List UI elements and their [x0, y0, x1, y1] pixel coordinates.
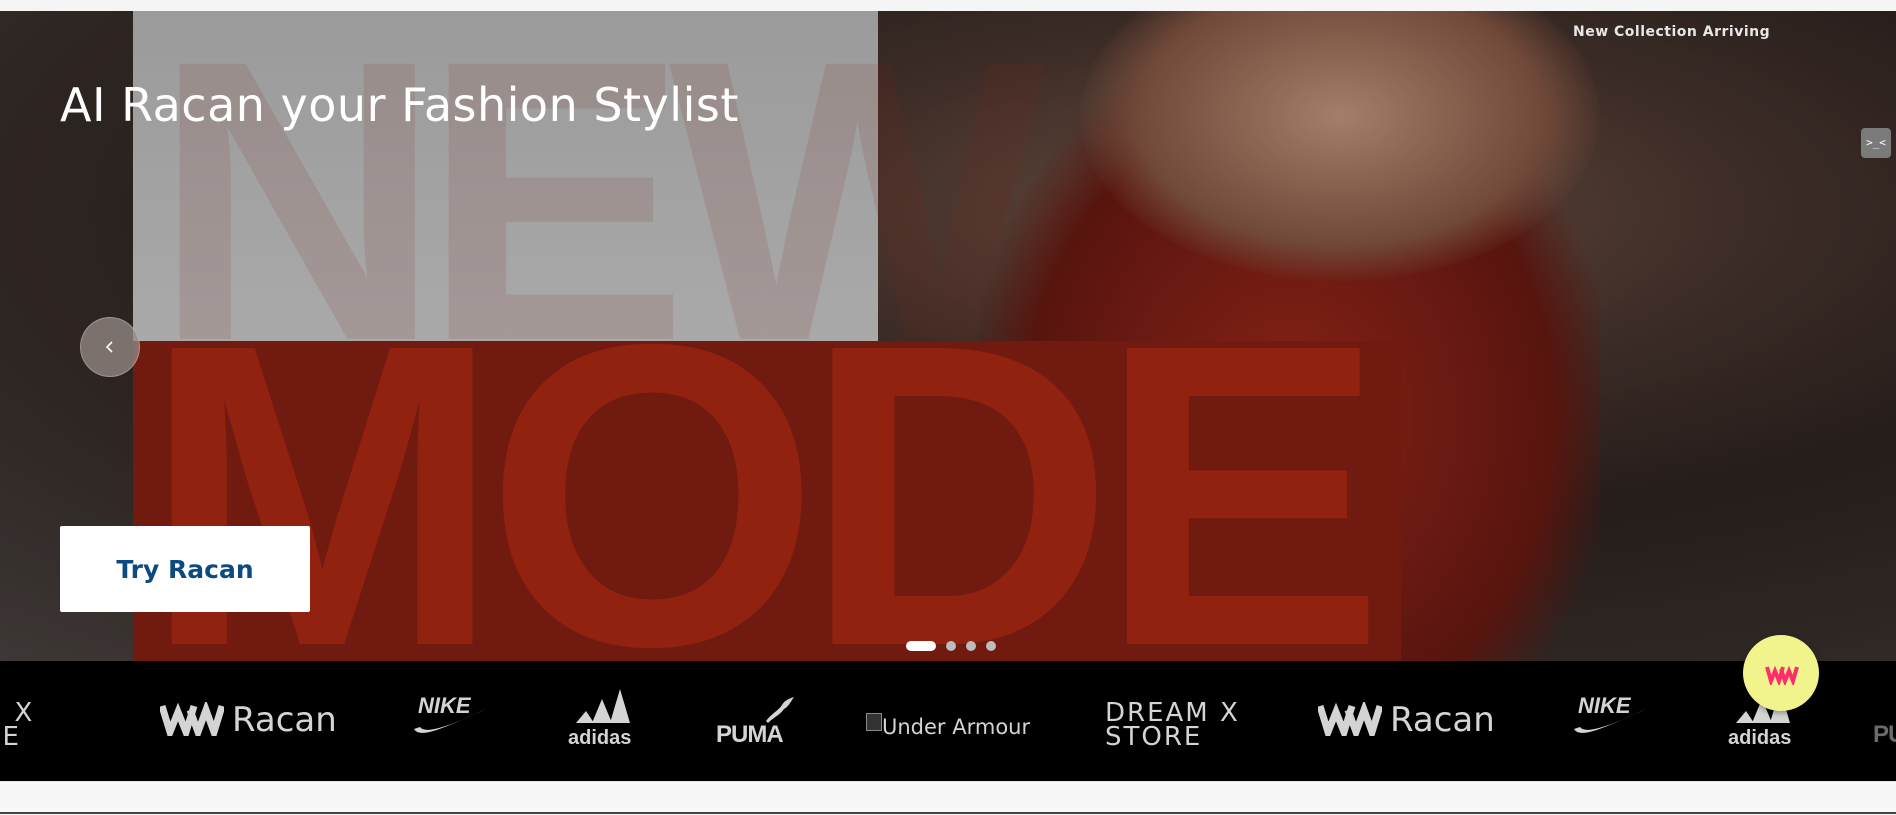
- top-strip: [0, 0, 1896, 11]
- brand-dream-store[interactable]: DREAM X STORE: [1105, 700, 1245, 751]
- carousel-dot-4[interactable]: [986, 641, 996, 651]
- racan-chat-button[interactable]: [1743, 635, 1819, 711]
- brand-racan-repeat[interactable]: Racan: [1318, 686, 1508, 746]
- brand-puma-partial[interactable]: PU: [1873, 699, 1896, 759]
- racan-logo-icon: [160, 702, 224, 736]
- brand-under-armour[interactable]: Under Armour: [866, 701, 1046, 741]
- carousel-dot-3[interactable]: [966, 641, 976, 651]
- carousel-dot-1[interactable]: [906, 641, 936, 651]
- nike-swoosh-icon: [414, 709, 486, 733]
- nike-swoosh-icon: [1574, 709, 1646, 733]
- carousel-prev-button[interactable]: [80, 317, 140, 377]
- brand-nike[interactable]: NIKE: [412, 689, 492, 739]
- brand-dream-store-partial[interactable]: AM X ORE: [0, 701, 80, 749]
- brand-puma[interactable]: PUMA: [716, 697, 796, 759]
- racan-logo-icon: [1318, 702, 1382, 736]
- brand-nike-repeat[interactable]: NIKE: [1572, 689, 1652, 739]
- extension-badge[interactable]: >_<: [1861, 128, 1891, 158]
- puma-cat-icon: [766, 697, 794, 723]
- chevron-left-icon: [105, 341, 113, 353]
- brand-marquee: AM X ORE Racan NIKE adidas PUMA Under Ar…: [0, 661, 1896, 781]
- racan-logo-icon: [1765, 665, 1799, 685]
- hero-title: AI Racan your Fashion Stylist: [60, 78, 739, 132]
- page-content-area: [0, 781, 1896, 815]
- carousel-dot-2[interactable]: [946, 641, 956, 651]
- collection-label: New Collection Arriving: [1573, 24, 1771, 40]
- hero-carousel: NEW MODE New Collection Arriving AI Raca…: [0, 11, 1896, 661]
- broken-image-icon: [866, 713, 882, 731]
- brand-adidas[interactable]: adidas: [568, 689, 638, 755]
- try-racan-button[interactable]: Try Racan: [60, 526, 310, 612]
- brand-racan[interactable]: Racan: [160, 686, 350, 746]
- adidas-stripes-icon: [576, 689, 630, 723]
